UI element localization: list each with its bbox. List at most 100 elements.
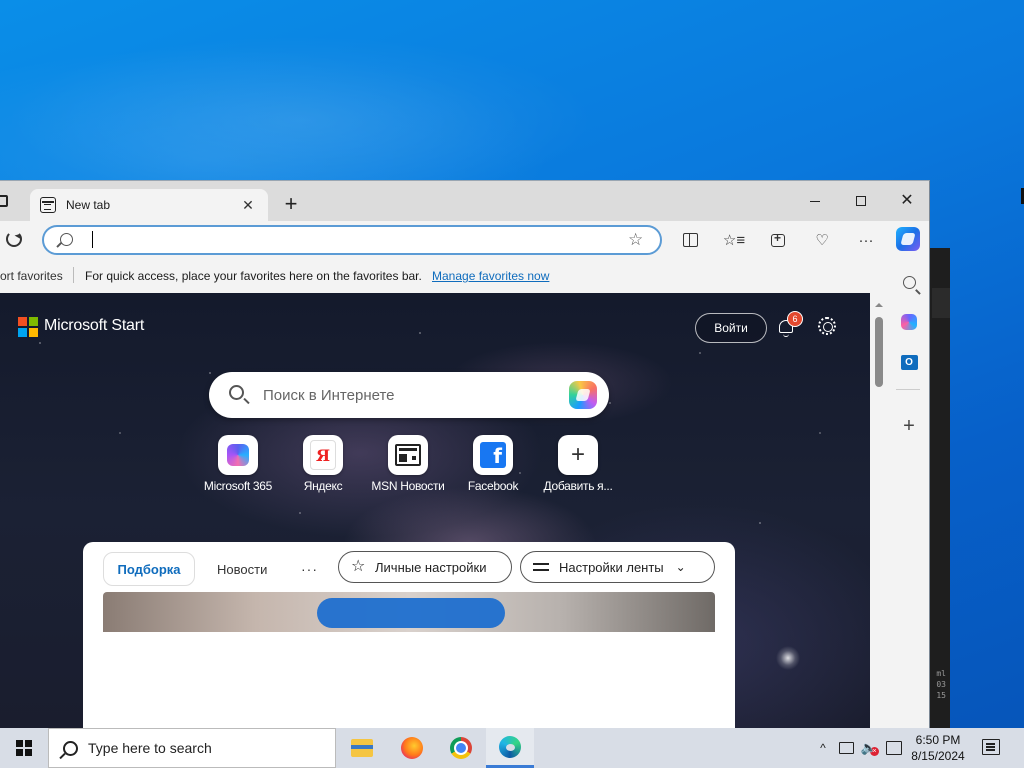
taskbar-edge[interactable] — [486, 728, 534, 768]
heart-pulse-icon: ♡ — [815, 232, 829, 249]
file-explorer-icon — [351, 739, 373, 757]
system-clock[interactable]: 6:50 PM 8/15/2024 — [906, 732, 970, 764]
new-tab-button[interactable]: + — [280, 193, 302, 215]
tab-close-button[interactable]: ✕ — [238, 197, 258, 214]
quick-link-yandex[interactable]: Я Яндекс — [283, 435, 363, 505]
quick-link-label: Яндекс — [303, 479, 343, 493]
taskbar-search-box[interactable]: Type here to search — [48, 728, 336, 768]
favorites-bar: ort favorites For quick access, place yo… — [0, 259, 870, 293]
feed-more-button[interactable]: ··· — [301, 552, 318, 586]
sidebar-add-button[interactable]: + — [898, 415, 920, 437]
browser-window: New tab ✕ + ✕ ☆ ☆≡ ♡ ··· ort favorites F… — [0, 180, 930, 728]
collections-button[interactable] — [766, 229, 790, 251]
tray-app-button[interactable] — [886, 740, 902, 756]
personal-settings-button[interactable]: ☆ Личные настройки — [338, 551, 512, 583]
search-icon — [229, 385, 244, 400]
taskbar-chrome[interactable] — [437, 728, 485, 768]
favorite-star-icon[interactable]: ☆ — [628, 230, 643, 250]
feed-settings-label: Настройки ленты — [559, 559, 664, 575]
tab-podborka[interactable]: Подборка — [103, 552, 195, 586]
notification-center-icon[interactable] — [982, 739, 1000, 755]
logo-square-green — [29, 317, 38, 326]
new-tab-page: Microsoft Start Войти 6 Microsoft 365 Я … — [0, 293, 870, 728]
quick-link-label: Добавить я... — [543, 479, 613, 493]
taskbar-firefox[interactable] — [388, 728, 436, 768]
chevron-up-icon: ^ — [820, 741, 826, 755]
quick-link-msn-news[interactable]: MSN Новости — [368, 435, 448, 505]
copilot-icon[interactable] — [569, 381, 597, 409]
web-search-box[interactable] — [209, 372, 609, 418]
tab-news[interactable]: Новости — [217, 552, 267, 586]
sliders-icon — [533, 561, 549, 573]
outlook-icon: O — [900, 354, 918, 370]
copilot-button[interactable] — [896, 227, 920, 251]
close-window-button[interactable]: ✕ — [884, 187, 929, 215]
search-icon — [902, 275, 916, 289]
minimize-button[interactable] — [792, 187, 838, 215]
divider — [73, 267, 74, 283]
maximize-button[interactable] — [838, 187, 884, 215]
feed-article-image[interactable] — [103, 592, 715, 632]
import-favorites-label[interactable]: ort favorites — [0, 269, 63, 283]
web-search-input[interactable] — [263, 384, 553, 406]
tab-actions-icon[interactable] — [0, 195, 8, 207]
manage-favorites-link[interactable]: Manage favorites now — [432, 269, 549, 283]
sign-in-button[interactable]: Войти — [695, 313, 767, 343]
scrollbar-thumb[interactable] — [875, 317, 883, 387]
browser-essentials-button[interactable]: ♡ — [810, 229, 834, 251]
split-screen-button[interactable] — [678, 229, 702, 251]
quick-link-microsoft-365[interactable]: Microsoft 365 — [198, 435, 278, 505]
chevron-down-icon: ⌄ — [675, 560, 686, 574]
edge-icon — [499, 735, 521, 758]
browser-toolbar: ☆ ☆≡ ♡ ··· — [0, 221, 929, 259]
sidebar-microsoft-365-button[interactable] — [898, 311, 920, 333]
sidebar-search-button[interactable] — [898, 271, 920, 293]
quick-link-facebook[interactable]: f Facebook — [453, 435, 533, 505]
sidebar-outlook-button[interactable]: O — [898, 351, 920, 373]
logo-square-yellow — [29, 328, 38, 337]
settings-more-button[interactable]: ··· — [854, 229, 878, 251]
network-button[interactable] — [838, 740, 854, 756]
tray-app-icon — [886, 741, 902, 755]
microsoft-logo-icon — [18, 317, 38, 337]
quick-link-label: MSN Новости — [371, 479, 445, 493]
start-button[interactable] — [0, 728, 48, 768]
taskbar-file-explorer[interactable] — [338, 728, 386, 768]
taskbar-search-placeholder: Type here to search — [88, 740, 212, 756]
feed-settings-button[interactable]: Настройки ленты ⌄ — [520, 551, 715, 583]
microsoft-365-icon — [901, 314, 917, 330]
gear-icon[interactable] — [818, 317, 836, 335]
refresh-icon[interactable] — [6, 231, 22, 247]
notifications-badge: 6 — [787, 311, 803, 327]
microsoft-365-icon — [227, 444, 249, 466]
split-screen-icon — [682, 233, 698, 247]
tab-title: New tab — [66, 198, 111, 212]
address-input[interactable] — [90, 230, 610, 252]
show-hidden-icons-button[interactable]: ^ — [815, 740, 831, 756]
logo-square-red — [18, 317, 27, 326]
search-icon — [60, 233, 73, 246]
favorites-icon: ☆≡ — [722, 232, 746, 249]
news-feed-panel: Подборка Новости ··· ☆ Личные настройки … — [83, 542, 735, 728]
yandex-icon: Я — [310, 440, 336, 470]
text-caret — [92, 231, 93, 248]
windows-logo-icon — [16, 740, 32, 756]
scroll-up-icon[interactable] — [875, 299, 883, 307]
network-icon — [838, 742, 854, 754]
add-icon: + — [570, 441, 585, 468]
tab-new-tab[interactable]: New tab ✕ — [30, 189, 268, 221]
more-icon: ··· — [858, 231, 874, 249]
search-icon — [63, 740, 78, 756]
favorites-button[interactable]: ☆≡ — [722, 229, 746, 251]
quick-link-add[interactable]: + Добавить я... — [538, 435, 618, 505]
volume-button[interactable]: 🔈 — [861, 740, 877, 756]
quick-links: Microsoft 365 Я Яндекс MSN Новости f Fac… — [198, 435, 618, 505]
msn-news-icon — [395, 444, 421, 466]
quick-link-label: Facebook — [467, 479, 519, 493]
brand-title[interactable]: Microsoft Start — [44, 317, 144, 335]
background-window[interactable] — [928, 248, 950, 728]
minimize-icon — [810, 200, 820, 202]
edge-sidebar: O + — [888, 259, 929, 728]
address-bar[interactable]: ☆ — [42, 225, 662, 255]
page-scrollbar[interactable] — [870, 293, 888, 728]
